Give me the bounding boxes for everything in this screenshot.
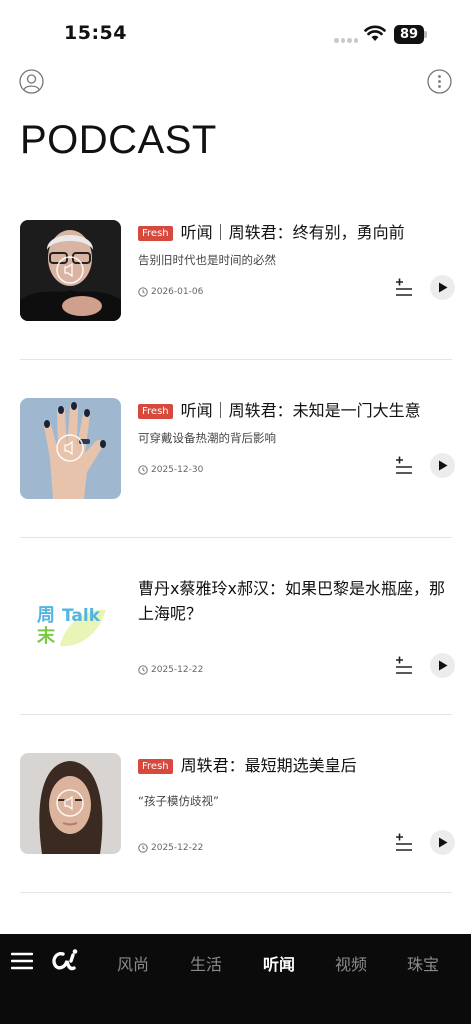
clock-icon (138, 665, 148, 675)
title-row: 曹丹x蔡雅玲x郝汉：如果巴黎是水瓶座，那上海呢？ (138, 576, 456, 626)
play-icon (438, 460, 447, 471)
cellular-signal-icon (334, 38, 358, 44)
play-button[interactable] (430, 453, 455, 478)
divider (20, 714, 452, 715)
fresh-badge: Fresh (138, 404, 173, 419)
podcast-date: 2026-01-06 (151, 287, 204, 297)
podcast-title[interactable]: 听闻｜周轶君：未知是一门大生意 (181, 398, 421, 423)
date-row: 2025-12-30 (138, 465, 203, 475)
podcast-thumbnail[interactable] (20, 220, 121, 321)
clock-icon (138, 465, 148, 475)
podcast-item[interactable]: 周 末 Talk 曹丹x蔡雅玲x郝汉：如果巴黎是水瓶座，那上海呢？ 2025-1… (0, 576, 471, 754)
date-row: 2025-12-22 (138, 843, 203, 853)
play-icon (438, 282, 447, 293)
play-button[interactable] (430, 275, 455, 300)
status-time: 15:54 (64, 22, 127, 44)
nav-tab-life[interactable]: 生活 (190, 951, 222, 975)
add-to-playlist-icon[interactable] (393, 278, 415, 298)
podcast-date: 2025-12-22 (151, 665, 204, 675)
podcast-title[interactable]: 曹丹x蔡雅玲x郝汉：如果巴黎是水瓶座，那上海呢？ (138, 576, 456, 626)
add-to-playlist-icon[interactable] (393, 656, 415, 676)
logo-word-talk: Talk (62, 606, 101, 626)
title-row: Fresh 周轶君：最短期选美皇后 (138, 753, 456, 778)
podcast-subtitle: 可穿戴设备热潮的背后影响 (138, 431, 276, 445)
battery-tip (424, 31, 427, 38)
title-row: Fresh 听闻｜周轶君：未知是一门大生意 (138, 398, 456, 423)
play-button[interactable] (430, 830, 455, 855)
user-circle-icon[interactable] (19, 69, 44, 94)
nav-tab-video[interactable]: 视频 (335, 951, 367, 975)
divider (20, 359, 452, 360)
podcast-subtitle: “孩子模仿歧视” (138, 794, 219, 808)
date-row: 2025-12-22 (138, 665, 203, 675)
status-bar: 15:54 89 (0, 0, 471, 62)
battery-indicator: 89 (394, 25, 424, 44)
logo-char-zhou: 周 (37, 605, 55, 626)
podcast-subtitle: 告别旧时代也是时间的必然 (138, 253, 276, 267)
brand-logo-icon[interactable] (50, 948, 80, 974)
fresh-badge: Fresh (138, 226, 173, 241)
date-row: 2026-01-06 (138, 287, 203, 297)
add-to-playlist-icon[interactable] (393, 456, 415, 476)
podcast-title[interactable]: 听闻｜周轶君：终有别，勇向前 (181, 220, 405, 245)
podcast-thumbnail[interactable] (20, 398, 121, 499)
logo-char-mo: 末 (37, 625, 56, 647)
title-row: Fresh 听闻｜周轶君：终有别，勇向前 (138, 220, 456, 245)
add-to-playlist-icon[interactable] (393, 833, 415, 853)
podcast-date: 2025-12-22 (151, 843, 204, 853)
nav-tab-fashion[interactable]: 风尚 (117, 951, 149, 975)
play-icon (438, 837, 447, 848)
clock-icon (138, 287, 148, 297)
podcast-date: 2025-12-30 (151, 465, 204, 475)
podcast-title[interactable]: 周轶君：最短期选美皇后 (181, 753, 357, 778)
clock-icon (138, 843, 148, 853)
bottom-nav: 风尚 生活 听闻 视频 珠宝 (0, 934, 471, 1024)
wifi-icon (364, 25, 386, 41)
divider (20, 537, 452, 538)
more-vertical-icon[interactable] (427, 69, 452, 94)
podcast-item[interactable]: Fresh 周轶君：最短期选美皇后 “孩子模仿歧视” 2025-12-22 (0, 753, 471, 931)
divider (20, 892, 452, 893)
nav-tab-listen[interactable]: 听闻 (263, 951, 295, 975)
menu-icon[interactable] (11, 951, 33, 971)
play-icon (438, 660, 447, 671)
podcast-thumbnail[interactable]: 周 末 Talk (20, 576, 121, 677)
podcast-thumbnail[interactable] (20, 753, 121, 854)
play-button[interactable] (430, 653, 455, 678)
fresh-badge: Fresh (138, 759, 173, 774)
podcast-item[interactable]: Fresh 听闻｜周轶君：终有别，勇向前 告别旧时代也是时间的必然 2026-0… (0, 220, 471, 398)
nav-tab-jewelry[interactable]: 珠宝 (407, 951, 439, 975)
page-title: PODCAST (20, 118, 217, 162)
podcast-item[interactable]: Fresh 听闻｜周轶君：未知是一门大生意 可穿戴设备热潮的背后影响 2025-… (0, 398, 471, 576)
